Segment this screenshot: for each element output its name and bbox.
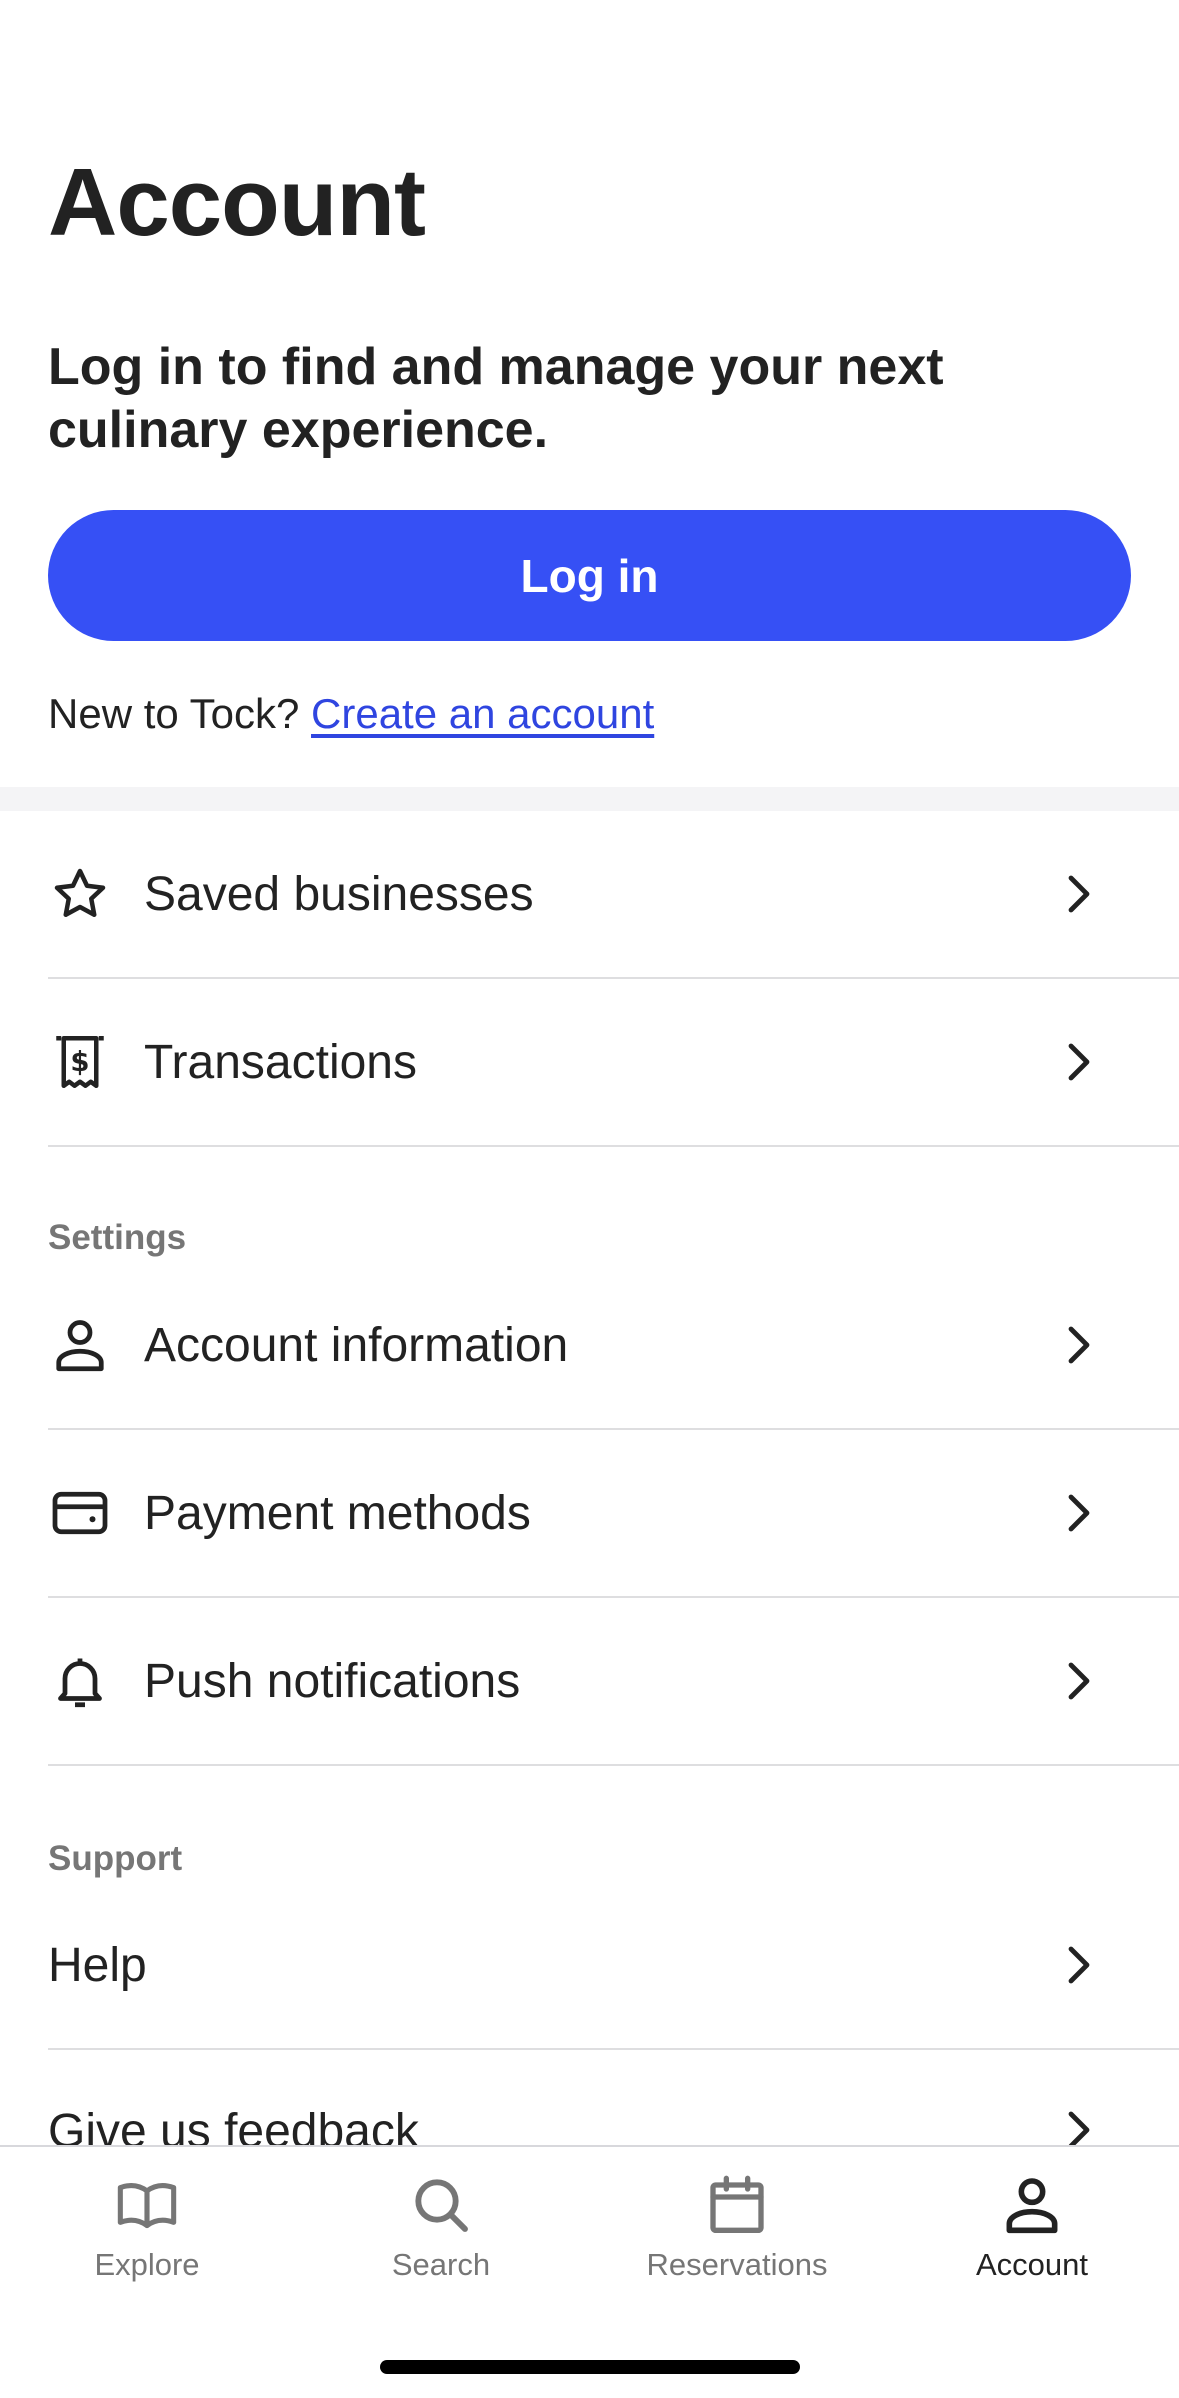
section-divider: [0, 787, 1179, 811]
tab-search[interactable]: Search: [294, 2173, 588, 2283]
tab-reservations[interactable]: Reservations: [590, 2173, 884, 2283]
bell-icon: [48, 1649, 112, 1713]
page-title: Account: [48, 149, 426, 256]
tab-account[interactable]: Account: [885, 2173, 1179, 2283]
credit-card-icon: [48, 1481, 112, 1545]
bottom-tab-bar: Explore Search Reservations Account: [0, 2145, 1179, 2398]
login-button[interactable]: Log in: [48, 510, 1131, 641]
star-icon: [48, 862, 112, 926]
chevron-right-icon: [1059, 1493, 1099, 1533]
person-icon: [1006, 2178, 1058, 2234]
tab-label: Account: [975, 2247, 1088, 2282]
chevron-right-icon: [1059, 1325, 1099, 1365]
tab-explore[interactable]: Explore: [0, 2173, 294, 2283]
home-indicator: [380, 2360, 800, 2374]
chevron-right-icon: [1059, 2110, 1099, 2150]
tab-label: Explore: [94, 2247, 200, 2282]
settings-heading: Settings: [48, 1218, 187, 1257]
chevron-right-icon: [1059, 1945, 1099, 1985]
book-icon: [117, 2183, 177, 2229]
menu-item-label: Saved businesses: [144, 867, 534, 921]
menu-item-label: Transactions: [144, 1035, 417, 1089]
menu-item-label: Push notifications: [144, 1654, 521, 1708]
menu-item-saved-businesses[interactable]: Saved businesses: [48, 811, 1179, 979]
create-account-link[interactable]: Create an account: [311, 690, 654, 737]
login-prompt-text: Log in to find and manage your next culi…: [48, 338, 944, 459]
menu-item-payment-methods[interactable]: Payment methods: [48, 1430, 1179, 1598]
menu-item-transactions[interactable]: $ Transactions: [48, 979, 1179, 1147]
signup-prompt: New to Tock?: [48, 690, 300, 737]
menu-item-label: Help: [48, 1938, 147, 1992]
receipt-icon: $: [48, 1030, 112, 1094]
signup-row: New to Tock? Create an account: [48, 686, 654, 742]
menu-item-help[interactable]: Help: [48, 1882, 1179, 2050]
calendar-icon: [710, 2175, 764, 2233]
chevron-right-icon: [1059, 1042, 1099, 1082]
menu-item-push-notifications[interactable]: Push notifications: [48, 1598, 1179, 1766]
support-heading: Support: [48, 1839, 183, 1878]
menu-item-label: Payment methods: [144, 1486, 531, 1540]
search-icon: [415, 2179, 468, 2232]
menu-item-label: Account information: [144, 1318, 569, 1372]
person-icon: [48, 1313, 112, 1377]
chevron-right-icon: [1059, 1661, 1099, 1701]
tab-label: Reservations: [646, 2247, 828, 2282]
chevron-right-icon: [1059, 874, 1099, 914]
menu-item-account-information[interactable]: Account information: [48, 1262, 1179, 1430]
svg-text:$: $: [70, 1046, 89, 1078]
tab-label: Search: [391, 2247, 491, 2282]
